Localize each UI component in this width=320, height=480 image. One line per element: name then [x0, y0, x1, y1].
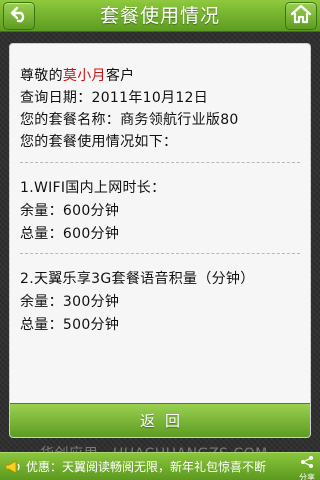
- item-title: 1.WIFI国内上网时长：: [20, 180, 166, 196]
- package-name: 您的套餐名称：商务领航行业版80: [20, 112, 239, 128]
- return-button[interactable]: 返回: [10, 403, 310, 437]
- greeting-suffix: 客户: [105, 68, 135, 84]
- divider: [20, 253, 300, 254]
- share-button[interactable]: 分享: [296, 454, 318, 480]
- share-label: 分享: [299, 473, 315, 480]
- promo-banner[interactable]: 优惠：天翼阅读畅阅无限，新年礼包惊喜不断 分享: [0, 452, 320, 480]
- page-title: 套餐使用情况: [99, 5, 220, 27]
- item-remaining: 余量：300分钟: [20, 294, 120, 310]
- item-title: 2.天翼乐享3G套餐语音积量（分钟）: [20, 271, 255, 287]
- megaphone-icon: [4, 458, 22, 476]
- item-total: 总量：500分钟: [20, 317, 120, 333]
- item-total: 总量：600分钟: [20, 226, 120, 242]
- item-remaining: 余量：600分钟: [20, 203, 120, 219]
- query-date: 查询日期：2011年10月12日: [20, 90, 209, 106]
- promo-message: 优惠：天翼阅读畅阅无限，新年礼包惊喜不断: [26, 460, 267, 474]
- greeting-line: 尊敬的莫小月客户: [20, 65, 134, 85]
- share-icon: [300, 454, 314, 473]
- customer-name: 莫小月: [62, 68, 106, 84]
- usage-card: 尊敬的莫小月客户 查询日期：2011年10月12日 您的套餐名称：商务领航行业版…: [9, 43, 311, 438]
- app-header: 套餐使用情况: [0, 0, 320, 32]
- greeting-prefix: 尊敬的: [20, 68, 63, 84]
- divider: [20, 162, 300, 163]
- usage-intro: 您的套餐使用情况如下：: [20, 134, 178, 150]
- home-icon: [290, 4, 312, 28]
- home-button[interactable]: [285, 2, 317, 30]
